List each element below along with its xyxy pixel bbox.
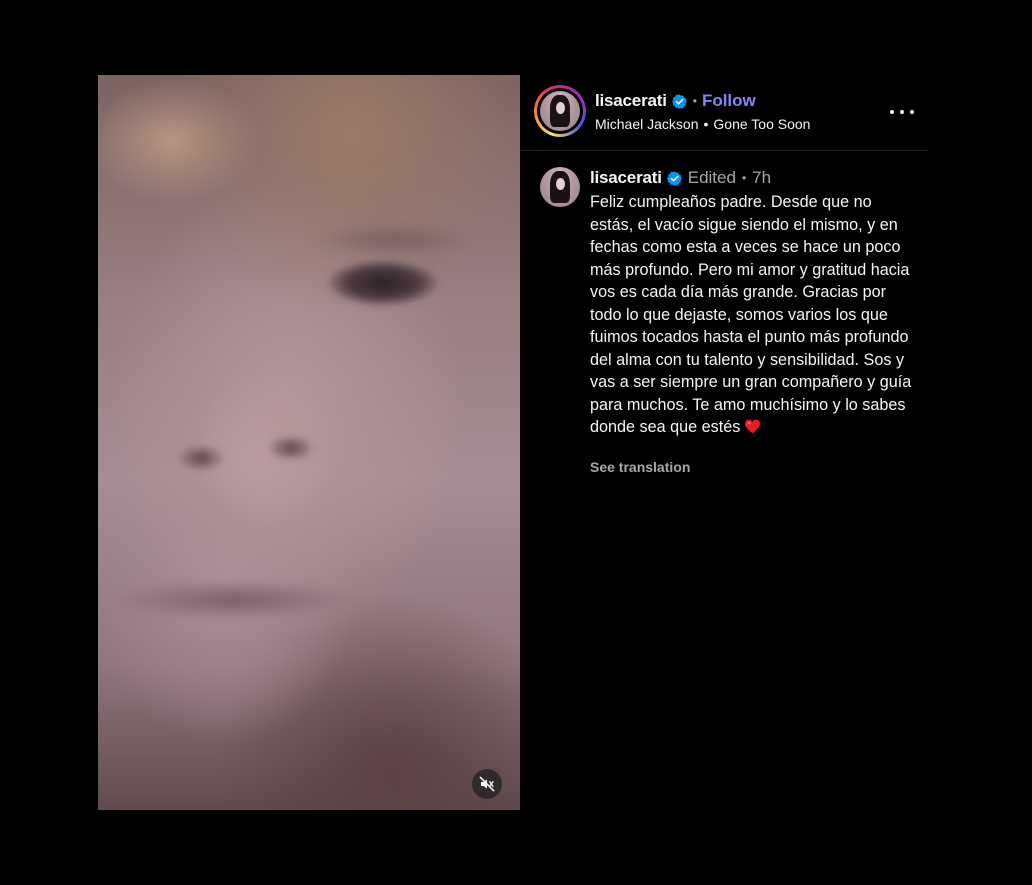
media-detail	[328, 260, 438, 306]
media-detail	[308, 225, 478, 255]
caption-meta: lisacerati Edited • 7h	[590, 168, 771, 188]
post-header: lisacerati • Follow Michael Jackson • Gone…	[520, 75, 928, 151]
edited-label: Edited	[687, 168, 736, 187]
more-horizontal-icon	[910, 110, 914, 114]
see-translation-link[interactable]: See translation	[590, 459, 690, 475]
post-timestamp[interactable]: 7h	[752, 168, 771, 188]
caption-username[interactable]: lisacerati	[590, 168, 662, 188]
post-side-panel: lisacerati • Follow Michael Jackson • Gone…	[520, 75, 930, 810]
separator-dot: •	[692, 94, 697, 108]
header-username[interactable]: lisacerati	[595, 91, 667, 111]
audio-attribution[interactable]: Michael Jackson • Gone Too Soon	[595, 116, 810, 132]
mute-button[interactable]	[472, 769, 502, 799]
caption-body: Feliz cumpleaños padre. Desde que no est…	[590, 191, 915, 439]
speaker-muted-icon	[479, 776, 495, 792]
heart-emoji-icon	[745, 419, 761, 434]
audio-title[interactable]: Gone Too Soon	[713, 116, 810, 132]
more-options-button[interactable]	[890, 102, 914, 122]
verified-badge-icon	[671, 93, 687, 109]
verified-badge-icon	[666, 170, 682, 186]
separator-dot: •	[741, 171, 747, 185]
more-horizontal-icon	[890, 110, 894, 114]
header-user-line: lisacerati • Follow	[595, 91, 756, 111]
video-media[interactable]	[98, 75, 520, 810]
caption-text: Feliz cumpleaños padre. Desde que no est…	[590, 193, 912, 436]
avatar[interactable]	[540, 91, 580, 131]
more-horizontal-icon	[900, 110, 904, 114]
post-container: lisacerati • Follow Michael Jackson • Gone…	[98, 75, 930, 810]
caption-avatar[interactable]	[540, 167, 580, 207]
audio-artist[interactable]: Michael Jackson	[595, 116, 699, 132]
separator-dot: •	[703, 116, 709, 132]
follow-button[interactable]: Follow	[702, 91, 756, 111]
media-detail	[108, 580, 358, 620]
media-detail	[268, 435, 314, 461]
media-detail	[178, 445, 224, 471]
